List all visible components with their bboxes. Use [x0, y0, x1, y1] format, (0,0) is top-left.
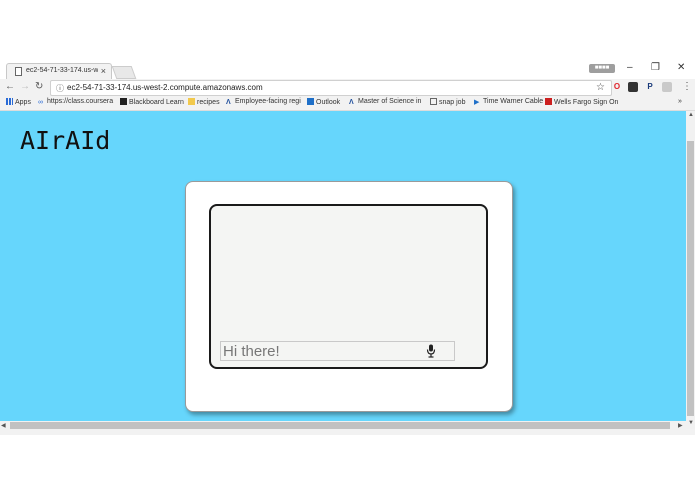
- minimize-icon[interactable]: –: [627, 62, 633, 73]
- bookmark-item[interactable]: Apps: [6, 98, 31, 106]
- extension-grey-icon[interactable]: [662, 82, 672, 92]
- bookmark-label: Outlook: [316, 99, 341, 106]
- bookmark-label: Apps: [15, 99, 31, 106]
- bookmark-item[interactable]: recipes: [188, 98, 220, 106]
- browser-tab[interactable]: ec2-54-71-33-174.us-we ×: [6, 63, 112, 80]
- coursera-icon: ∞: [38, 99, 43, 106]
- new-tab-button[interactable]: [111, 66, 137, 79]
- bookmark-label: snap job: [439, 99, 466, 106]
- bookmark-star-icon[interactable]: ☆: [596, 82, 605, 93]
- bookmark-label: Wells Fargo Sign On: [554, 99, 619, 106]
- page-icon: [430, 98, 437, 105]
- profile-badge[interactable]: ■■■■: [589, 64, 615, 73]
- horizontal-scroll-thumb[interactable]: [10, 422, 670, 429]
- browser-toolbar: ← → ↻ ⓘ ec2-54-71-33-174.us-west-2.compu…: [0, 79, 695, 96]
- bookmark-item[interactable]: Λ Employee-facing regi: [226, 98, 301, 106]
- scroll-up-icon[interactable]: ▲: [688, 112, 694, 118]
- restore-icon[interactable]: ❐: [651, 62, 660, 73]
- folder-icon: [188, 98, 195, 105]
- ghost-extension-icon[interactable]: [628, 82, 638, 92]
- a-logo-icon: Λ: [349, 99, 354, 106]
- page-icon: [15, 67, 22, 76]
- bookmark-item[interactable]: Λ Master of Science in: [349, 98, 421, 106]
- address-bar[interactable]: ⓘ ec2-54-71-33-174.us-west-2.compute.ama…: [50, 80, 612, 96]
- reload-icon[interactable]: ↻: [35, 81, 43, 92]
- bookmark-label: Master of Science in: [358, 98, 422, 105]
- forward-icon[interactable]: →: [20, 81, 30, 92]
- scroll-down-icon[interactable]: ▼: [688, 420, 694, 426]
- browser-window: ec2-54-71-33-174.us-we × ■■■■ – ❐ ✕ ← → …: [0, 59, 695, 435]
- a-logo-icon: Λ: [226, 99, 231, 106]
- horizontal-scrollbar[interactable]: ◀ ▶: [0, 421, 686, 430]
- bookmark-item[interactable]: ▶ Time Warner Cable: [474, 98, 544, 106]
- vertical-scroll-thumb[interactable]: [687, 141, 694, 416]
- bookmark-item[interactable]: Wells Fargo Sign On: [545, 98, 618, 106]
- tab-strip: ec2-54-71-33-174.us-we × ■■■■ – ❐ ✕: [0, 59, 695, 80]
- info-icon[interactable]: ⓘ: [56, 83, 64, 94]
- bookmark-item[interactable]: Blackboard Learn: [120, 98, 184, 106]
- scroll-right-icon[interactable]: ▶: [678, 422, 683, 429]
- url-text[interactable]: ec2-54-71-33-174.us-west-2.compute.amazo…: [67, 83, 263, 92]
- bookmark-label: Blackboard Learn: [129, 99, 184, 106]
- chat-input[interactable]: [221, 342, 421, 360]
- bookmark-label: recipes: [197, 99, 220, 106]
- scroll-left-icon[interactable]: ◀: [1, 422, 6, 429]
- apps-grid-icon: [6, 98, 13, 105]
- blackboard-icon: [120, 98, 127, 105]
- microphone-icon[interactable]: [426, 344, 436, 358]
- page-content: AIrAId: [0, 111, 686, 421]
- bookmark-item[interactable]: ∞ https://class.coursera: [38, 98, 113, 106]
- menu-icon[interactable]: ⋮: [682, 81, 692, 92]
- chat-card: [185, 181, 513, 412]
- bookmark-label: https://class.coursera: [47, 98, 114, 105]
- bookmarks-bar: Apps ∞ https://class.coursera Blackboard …: [0, 96, 695, 111]
- opera-icon[interactable]: O: [612, 82, 622, 92]
- bookmark-item[interactable]: snap job: [430, 98, 465, 106]
- chat-window: [209, 204, 488, 369]
- bookmark-label: Time Warner Cable: [483, 98, 544, 105]
- bookmarks-overflow-icon[interactable]: »: [678, 98, 682, 105]
- close-window-icon[interactable]: ✕: [677, 62, 685, 73]
- close-icon[interactable]: ×: [101, 66, 106, 76]
- back-icon[interactable]: ←: [5, 81, 15, 92]
- brand-logo: AIrAId: [20, 126, 111, 155]
- outlook-icon: [307, 98, 314, 105]
- paypal-icon[interactable]: P: [645, 82, 655, 92]
- chat-input-wrapper: [220, 341, 455, 361]
- wells-fargo-icon: [545, 98, 552, 105]
- play-icon: ▶: [474, 99, 480, 106]
- bookmark-item[interactable]: Outlook: [307, 98, 340, 106]
- tab-title: ec2-54-71-33-174.us-we: [26, 67, 98, 74]
- vertical-scrollbar[interactable]: ▲ ▼: [686, 111, 695, 429]
- bookmark-label: Employee-facing regi: [235, 98, 301, 105]
